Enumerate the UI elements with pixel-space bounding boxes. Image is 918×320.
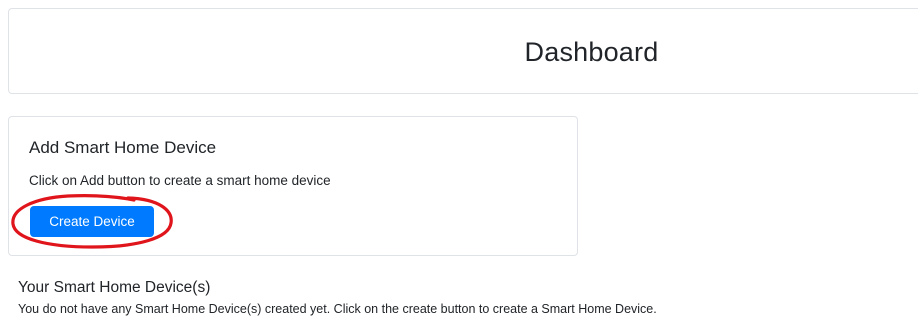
create-device-button[interactable]: Create Device [30, 206, 154, 237]
devices-section-title: Your Smart Home Device(s) [18, 279, 211, 296]
add-device-card-description: Click on Add button to create a smart ho… [29, 173, 331, 188]
add-device-card: Add Smart Home Device Click on Add butto… [8, 116, 578, 256]
dashboard-header: Dashboard [8, 8, 918, 94]
devices-empty-message: You do not have any Smart Home Device(s)… [18, 302, 657, 316]
add-device-card-title: Add Smart Home Device [29, 138, 217, 157]
page-title: Dashboard [524, 36, 659, 67]
